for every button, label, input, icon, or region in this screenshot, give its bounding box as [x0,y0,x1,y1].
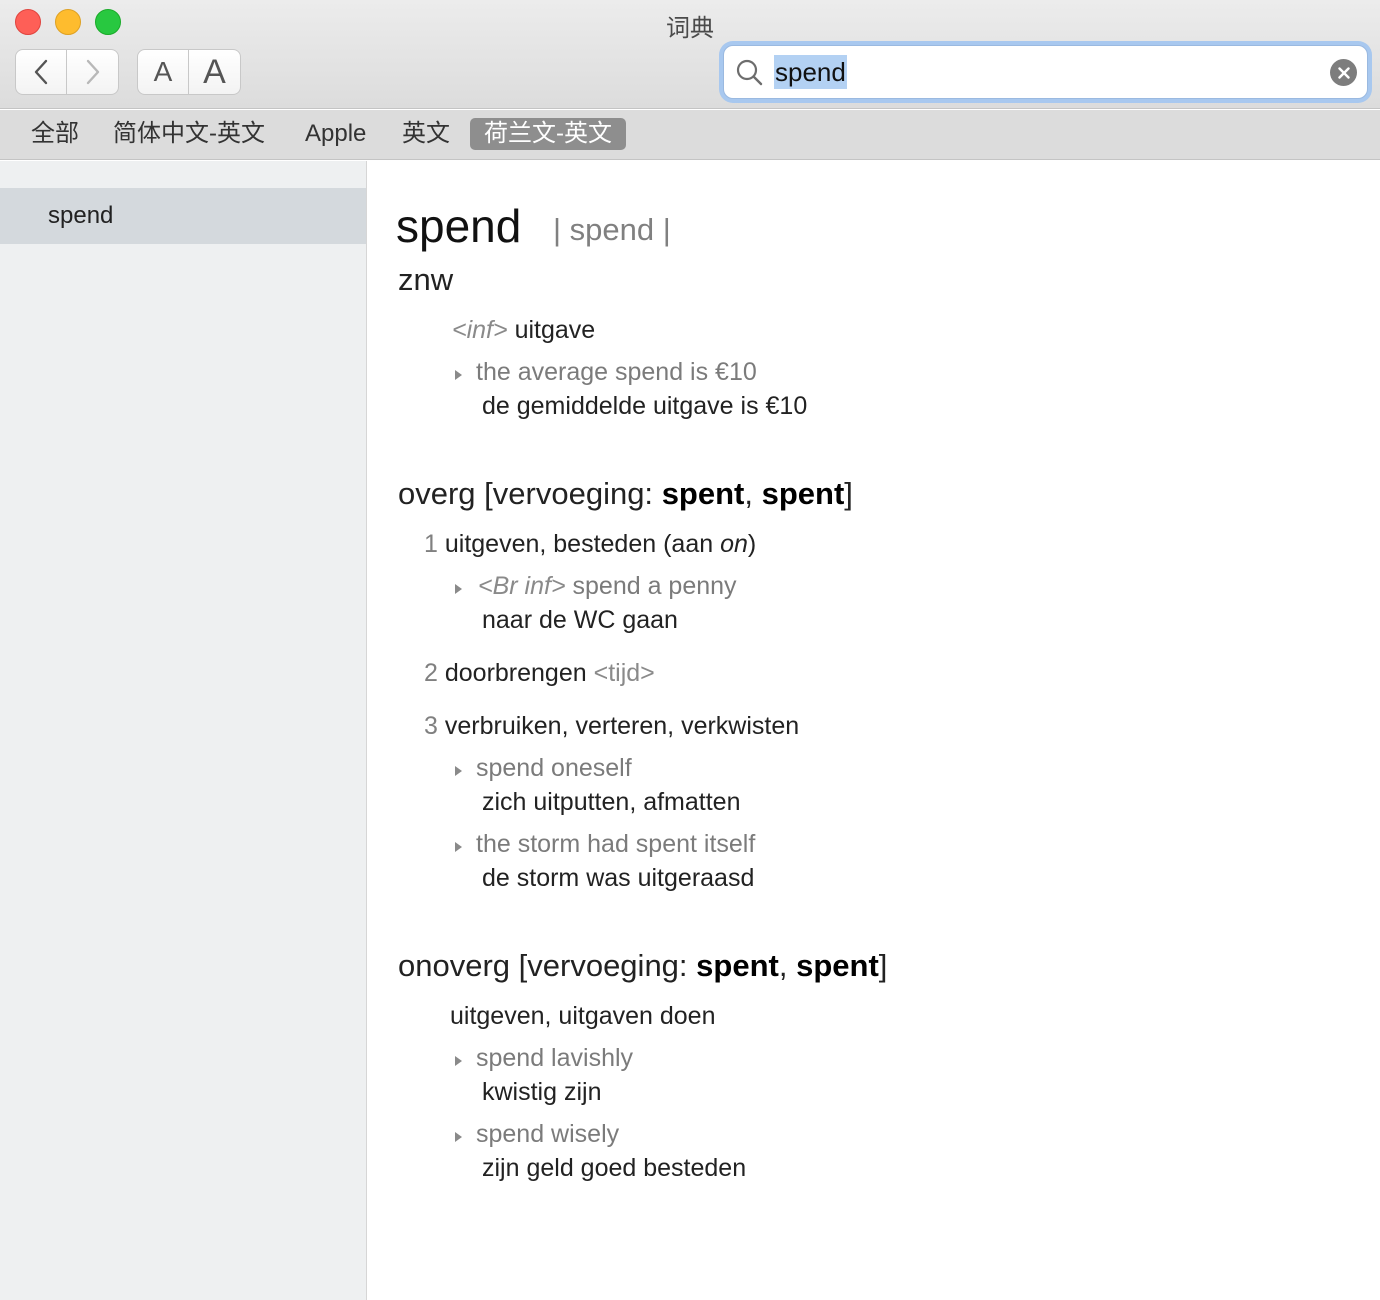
sense-2: 2 doorbrengen <tijd> [424,659,655,687]
scope-tab-chinese-english[interactable]: 简体中文-英文 [99,118,279,150]
example-translation: de storm was uitgeraasd [482,864,755,892]
sense-noun: <inf> uitgave [452,316,595,345]
example-phrase[interactable]: <Br inf> spend a penny [478,572,737,601]
dictionary-scope-bar: 全部 简体中文-英文 Apple 英文 荷兰文-英文 [0,110,1380,160]
example-translation: zich uitputten, afmatten [482,788,741,816]
register-label: <inf> [452,316,508,344]
sense-1: 1 uitgeven, besteden (aan on) [424,530,757,558]
example-translation: naar de WC gaan [482,606,678,634]
example-translation: de gemiddelde uitgave is €10 [482,392,808,420]
part-of-speech-transitive: overg [vervoeging: spent, spent] [398,476,853,511]
part-of-speech-noun: znw [398,262,454,297]
window-title: 词典 [666,15,714,42]
search-query-text[interactable]: spend [774,55,847,89]
decrease-font-size-button[interactable]: A [137,49,189,95]
sidebar-item-spend[interactable]: spend [0,188,366,244]
pronunciation: | spend | [553,212,671,247]
disclosure-triangle-icon[interactable] [455,1132,462,1142]
example-translation: kwistig zijn [482,1078,602,1106]
disclosure-triangle-icon[interactable] [455,842,462,852]
example-phrase[interactable]: spend lavishly [476,1044,633,1073]
clear-search-button[interactable] [1330,59,1357,86]
scope-tab-english[interactable]: 英文 [388,118,464,150]
example-phrase[interactable]: spend wisely [476,1120,619,1149]
definition-text: uitgave [514,316,596,344]
headword: spend [396,200,522,252]
example-phrase[interactable]: the average spend is €10 [476,358,757,387]
close-icon [1337,66,1350,79]
search-icon [736,59,763,86]
disclosure-triangle-icon[interactable] [455,1056,462,1066]
sense-3: 3 verbruiken, verteren, verkwisten [424,712,800,740]
example-translation: zijn geld goed besteden [482,1154,747,1182]
scope-tab-all[interactable]: 全部 [17,118,93,150]
disclosure-triangle-icon[interactable] [455,584,462,594]
sense-intransitive: uitgeven, uitgaven doen [450,1002,716,1030]
back-button[interactable] [15,49,67,95]
entry-content: spend | spend | znw <inf> uitgave the av… [368,161,1380,1300]
search-field[interactable]: spend [723,45,1368,99]
scope-tab-apple[interactable]: Apple [291,118,380,150]
increase-font-size-button[interactable]: A [189,49,241,95]
chevron-right-icon [86,59,99,85]
disclosure-triangle-icon[interactable] [455,370,462,380]
example-phrase[interactable]: the storm had spent itself [476,830,755,859]
title-bar: 词典 A A spend [0,0,1380,109]
example-phrase[interactable]: spend oneself [476,754,632,783]
scope-tab-dutch-english[interactable]: 荷兰文-英文 [470,118,626,150]
sidebar: spend [0,161,367,1300]
disclosure-triangle-icon[interactable] [455,766,462,776]
forward-button[interactable] [67,49,119,95]
part-of-speech-intransitive: onoverg [vervoeging: spent, spent] [398,948,888,983]
chevron-left-icon [34,59,48,85]
